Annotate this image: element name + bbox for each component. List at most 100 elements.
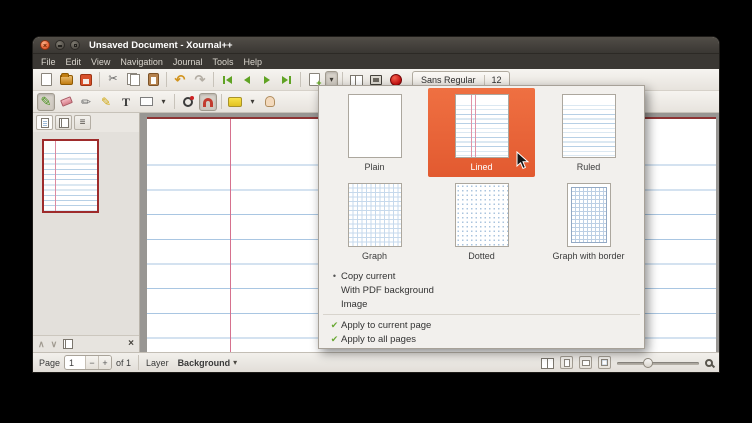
screen: { "window": { "title": "Unsaved Document… — [0, 0, 752, 423]
toolbar-separator — [99, 72, 100, 87]
layer-value[interactable]: Background — [178, 358, 231, 368]
page-up-button[interactable]: ∧ — [38, 340, 45, 349]
template-graph-with-border[interactable]: Graph with border — [535, 177, 642, 266]
menu-with-pdf-background[interactable]: With PDF background — [321, 283, 642, 297]
previous-page-button[interactable] — [238, 71, 256, 89]
color-swatch-button[interactable] — [226, 93, 244, 111]
last-page-button[interactable] — [278, 71, 296, 89]
template-dotted-preview — [455, 183, 509, 247]
page-down-button[interactable]: ∨ — [51, 340, 58, 349]
window-title: Unsaved Document - Xournal++ — [89, 40, 233, 51]
copy-icon — [127, 73, 140, 86]
select-dropdown-button[interactable]: ▾ — [157, 93, 170, 111]
menu-edit[interactable]: Edit — [61, 57, 87, 67]
zoom-100-icon — [601, 359, 608, 366]
new-document-icon — [41, 73, 52, 86]
statusbar: Page 1 − + of 1 Layer Background ▾ — [33, 352, 719, 372]
template-ruled[interactable]: Ruled — [535, 88, 642, 177]
zoom-icon[interactable] — [705, 359, 713, 367]
hand-tool-button[interactable] — [261, 93, 279, 111]
cut-button[interactable]: ✂ — [104, 71, 122, 89]
eraser-tool-button[interactable] — [57, 93, 75, 111]
zoom-slider-handle[interactable] — [643, 358, 653, 368]
open-folder-icon — [60, 75, 73, 85]
save-button[interactable] — [77, 71, 95, 89]
titlebar[interactable]: Unsaved Document - Xournal++ — [33, 37, 719, 54]
select-rectangle-icon — [140, 97, 153, 106]
page-decrement-button[interactable]: − — [85, 356, 98, 369]
template-label: Graph with border — [552, 251, 624, 261]
duplicate-page-icon[interactable] — [63, 339, 73, 349]
undo-button[interactable]: ↶ — [171, 71, 189, 89]
redo-button[interactable]: ↷ — [191, 71, 209, 89]
menu-tools[interactable]: Tools — [207, 57, 238, 67]
page-spinner[interactable]: 1 − + — [64, 355, 112, 370]
zoom-fit-width-button[interactable] — [579, 356, 592, 369]
dropdown-arrow-icon: ▾ — [329, 76, 333, 84]
pair-pages-toggle[interactable] — [541, 357, 554, 368]
layer-dropdown-arrow-icon: ▾ — [233, 358, 237, 367]
shape-recognizer-button[interactable] — [179, 93, 197, 111]
sidebar-tab-layers[interactable]: ≡ — [74, 115, 91, 130]
menu-copy-current[interactable]: • Copy current — [321, 269, 642, 283]
zoom-slider[interactable] — [617, 357, 699, 369]
open-button[interactable] — [57, 71, 75, 89]
zoom-fit-page-button[interactable] — [560, 356, 573, 369]
highlighter-icon: ✎ — [101, 96, 111, 108]
record-icon — [390, 74, 402, 86]
dropdown-arrow-icon: ▾ — [250, 98, 254, 106]
menu-image[interactable]: Image — [321, 297, 642, 311]
font-size-value[interactable]: 12 — [484, 75, 509, 85]
menu-file[interactable]: File — [36, 57, 61, 67]
template-label: Ruled — [577, 162, 601, 172]
layer-dropdown[interactable]: Background ▾ — [173, 357, 243, 369]
close-sidebar-button[interactable]: × — [128, 339, 134, 349]
page-number-input[interactable]: 1 — [65, 358, 85, 368]
paste-button[interactable] — [144, 71, 162, 89]
menu-item-label: Apply to current page — [341, 320, 431, 331]
paste-icon — [148, 73, 159, 86]
contents-icon — [41, 118, 49, 128]
marker-tool-button[interactable]: ✏ — [77, 93, 95, 111]
zoom-slider-track — [617, 362, 699, 365]
template-lined[interactable]: Lined — [428, 88, 535, 177]
page-template-popup: Plain Lined Ruled Graph Do — [318, 85, 645, 349]
menu-navigation[interactable]: Navigation — [115, 57, 168, 67]
select-region-button[interactable] — [137, 93, 155, 111]
template-plain-preview — [348, 94, 402, 158]
page-increment-button[interactable]: + — [98, 356, 111, 369]
copy-button[interactable] — [124, 71, 142, 89]
menu-item-label: Copy current — [341, 271, 395, 282]
text-tool-button[interactable]: T — [117, 93, 135, 111]
statusbar-separator — [138, 355, 139, 370]
next-page-icon — [261, 75, 273, 85]
sidebar-tab-contents[interactable] — [36, 115, 53, 130]
shape-recognizer-icon — [183, 97, 193, 107]
snap-button[interactable] — [199, 93, 217, 111]
next-page-button[interactable] — [258, 71, 276, 89]
close-button[interactable] — [40, 40, 50, 50]
template-graph-preview — [348, 183, 402, 247]
maximize-button[interactable] — [70, 40, 80, 50]
template-plain[interactable]: Plain — [321, 88, 428, 177]
template-dotted[interactable]: Dotted — [428, 177, 535, 266]
statusbar-right — [541, 356, 713, 369]
menu-help[interactable]: Help — [238, 57, 267, 67]
zoom-original-button[interactable] — [598, 356, 611, 369]
highlighter-tool-button[interactable]: ✎ — [97, 93, 115, 111]
font-name-label[interactable]: Sans Regular — [413, 75, 484, 85]
menu-apply-to-current-page[interactable]: ✔ Apply to current page — [321, 318, 642, 332]
sidebar-footer: ∧ ∨ × — [33, 335, 139, 352]
color-dropdown-button[interactable]: ▾ — [246, 93, 259, 111]
menu-apply-to-all-pages[interactable]: ✔ Apply to all pages — [321, 332, 642, 346]
first-page-button[interactable] — [218, 71, 236, 89]
menu-journal[interactable]: Journal — [168, 57, 208, 67]
minimize-button[interactable] — [55, 40, 65, 50]
template-graph[interactable]: Graph — [321, 177, 428, 266]
menu-view[interactable]: View — [86, 57, 115, 67]
new-document-button[interactable] — [37, 71, 55, 89]
page-thumbnail[interactable] — [42, 139, 99, 213]
pen-tool-button[interactable]: ✎ — [37, 93, 55, 111]
page-total-label: of 1 — [116, 358, 131, 368]
sidebar-tab-pages[interactable] — [55, 115, 72, 130]
